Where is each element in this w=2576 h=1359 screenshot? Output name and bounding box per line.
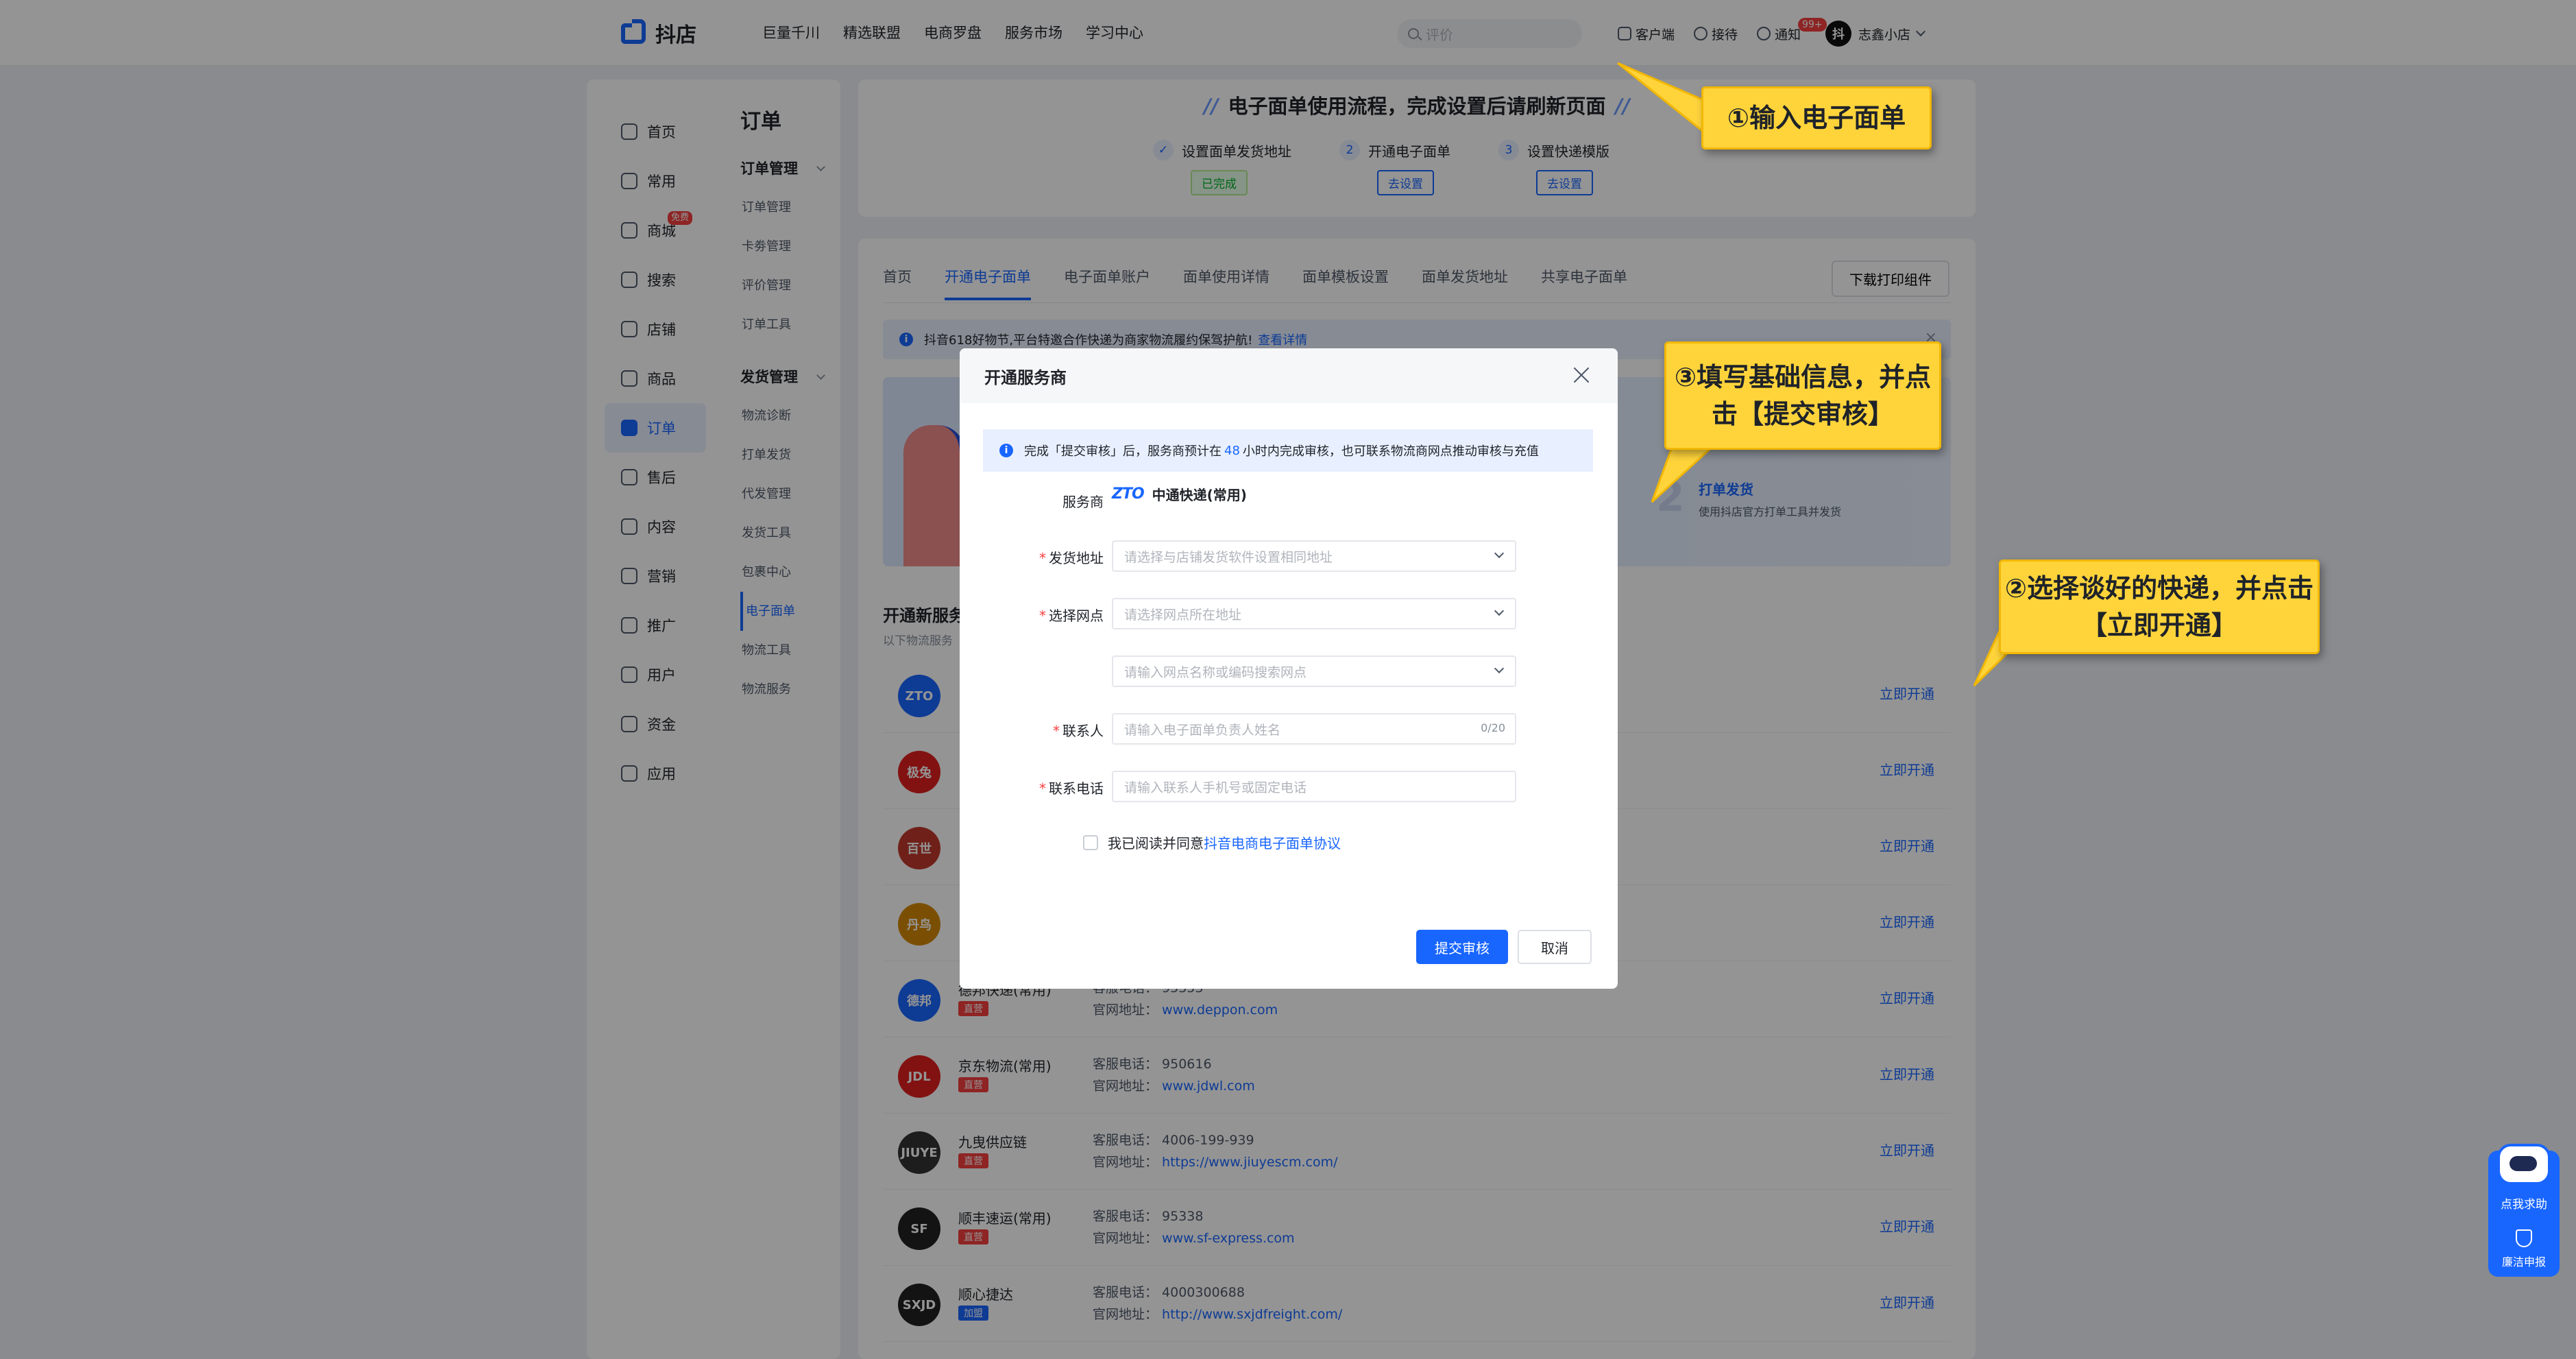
tip-hours: 48 [1224,443,1240,458]
info-icon: i [999,444,1013,457]
chevron-down-icon [1494,605,1505,616]
tip-text: 完成「提交审核」后，服务商预计在 [1024,444,1222,459]
agreement-link[interactable]: 抖音电商电子面单协议 [1204,832,1341,852]
select-placeholder: 请选择与店铺发货软件设置相同地址 [1124,549,1333,565]
close-icon[interactable] [1572,366,1590,384]
tip-text: 小时内完成审核，也可联系物流商网点推动审核与充值 [1242,444,1539,459]
agreement-text: 我已阅读并同意 [1108,835,1204,852]
provider-value: ZTO 中通快递(常用) [1112,484,1247,504]
submit-review-button[interactable]: 提交审核 [1416,930,1508,964]
phone-input[interactable]: 请输入联系人手机号或固定电话 [1112,771,1516,802]
modal-header: 开通服务商 [960,348,1618,403]
address-select[interactable]: 请选择与店铺发货软件设置相同地址 [1112,540,1516,572]
modal-tip: i 完成「提交审核」后，服务商预计在 48 小时内完成审核，也可联系物流商网点推动审… [983,429,1593,472]
robot-icon [2497,1144,2551,1185]
select-placeholder: 请选择网点所在地址 [1124,607,1242,623]
phone-label: * 联系电话 [1039,780,1104,797]
input-placeholder: 请输入联系人手机号或固定电话 [1124,780,1307,795]
provider-label: 服务商 [1062,494,1104,510]
help-label: 点我求助 [2501,1198,2547,1212]
callout-2: ②选择谈好的快递，并点击【立即开通】 [1999,560,2320,654]
address-label: * 发货地址 [1039,550,1104,566]
chevron-down-icon [1494,548,1505,559]
outlet-region-select[interactable]: 请选择网点所在地址 [1112,598,1516,629]
provider-name: 中通快递(常用) [1152,487,1247,503]
open-provider-modal: 开通服务商 i 完成「提交审核」后，服务商预计在 48 小时内完成审核，也可联系物流… [960,348,1618,989]
outlet-search-select[interactable]: 请输入网点名称或编码搜索网点 [1112,656,1516,687]
char-counter: 0/20 [1481,721,1505,734]
integrity-report-label[interactable]: 廉洁申报 [2502,1253,2546,1269]
callout-3: ③填写基础信息，并点击【提交审核】 [1664,341,1941,450]
help-widget[interactable]: 点我求助 廉洁申报 [2488,1144,2560,1277]
input-placeholder: 请输入电子面单负责人姓名 [1124,722,1281,738]
agreement: 我已阅读并同意 抖音电商电子面单协议 [1083,832,1341,852]
agreement-checkbox[interactable] [1083,834,1098,850]
outlet-label: * 选择网点 [1039,608,1104,624]
modal-title: 开通服务商 [984,368,1067,387]
chevron-down-icon [1494,663,1505,674]
callout-1: ①输入电子面单 [1701,86,1932,149]
contact-label: * 联系人 [1053,723,1104,739]
cancel-button[interactable]: 取消 [1518,930,1592,964]
zto-logo: ZTO [1112,485,1145,503]
shield-icon [2516,1229,2532,1247]
contact-input[interactable]: 请输入电子面单负责人姓名 0/20 [1112,713,1516,745]
select-placeholder: 请输入网点名称或编码搜索网点 [1124,664,1307,680]
